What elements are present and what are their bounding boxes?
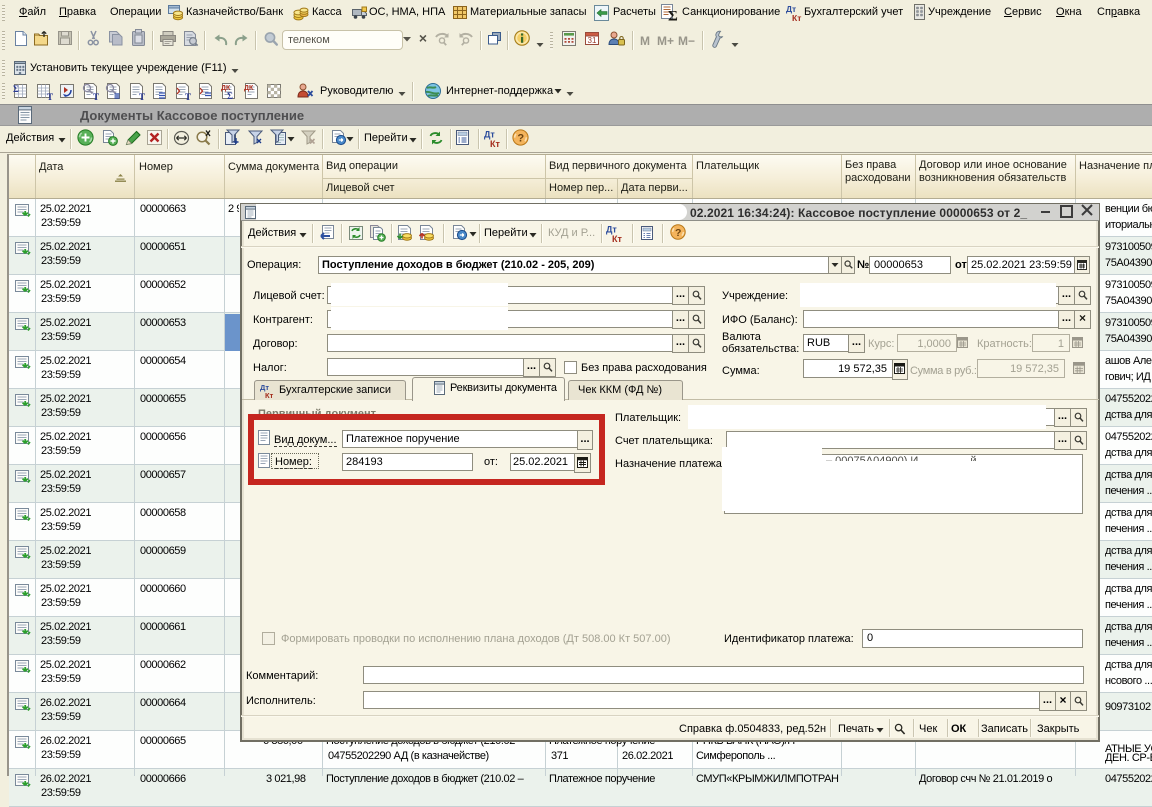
svg-text:T: T xyxy=(139,92,145,102)
svg-text:Дт: Дт xyxy=(606,225,617,235)
svg-text:T: T xyxy=(185,92,191,102)
svg-text:Σ: Σ xyxy=(227,91,233,101)
svg-text:Кт: Кт xyxy=(792,13,801,23)
svg-text:T: T xyxy=(47,92,53,102)
svg-text:Кт: Кт xyxy=(490,139,500,149)
svg-text:31: 31 xyxy=(588,36,597,45)
svg-text:Кт: Кт xyxy=(265,391,274,400)
svg-text:Σ: Σ xyxy=(668,9,678,25)
svg-text:?: ? xyxy=(675,227,681,239)
svg-text:?: ? xyxy=(517,133,524,145)
svg-text:Кт: Кт xyxy=(612,234,622,244)
svg-text:Σ: Σ xyxy=(13,84,19,94)
svg-text:ДК: ДК xyxy=(244,85,254,92)
svg-text:Дт: Дт xyxy=(484,130,495,140)
svg-text:T: T xyxy=(93,92,99,102)
